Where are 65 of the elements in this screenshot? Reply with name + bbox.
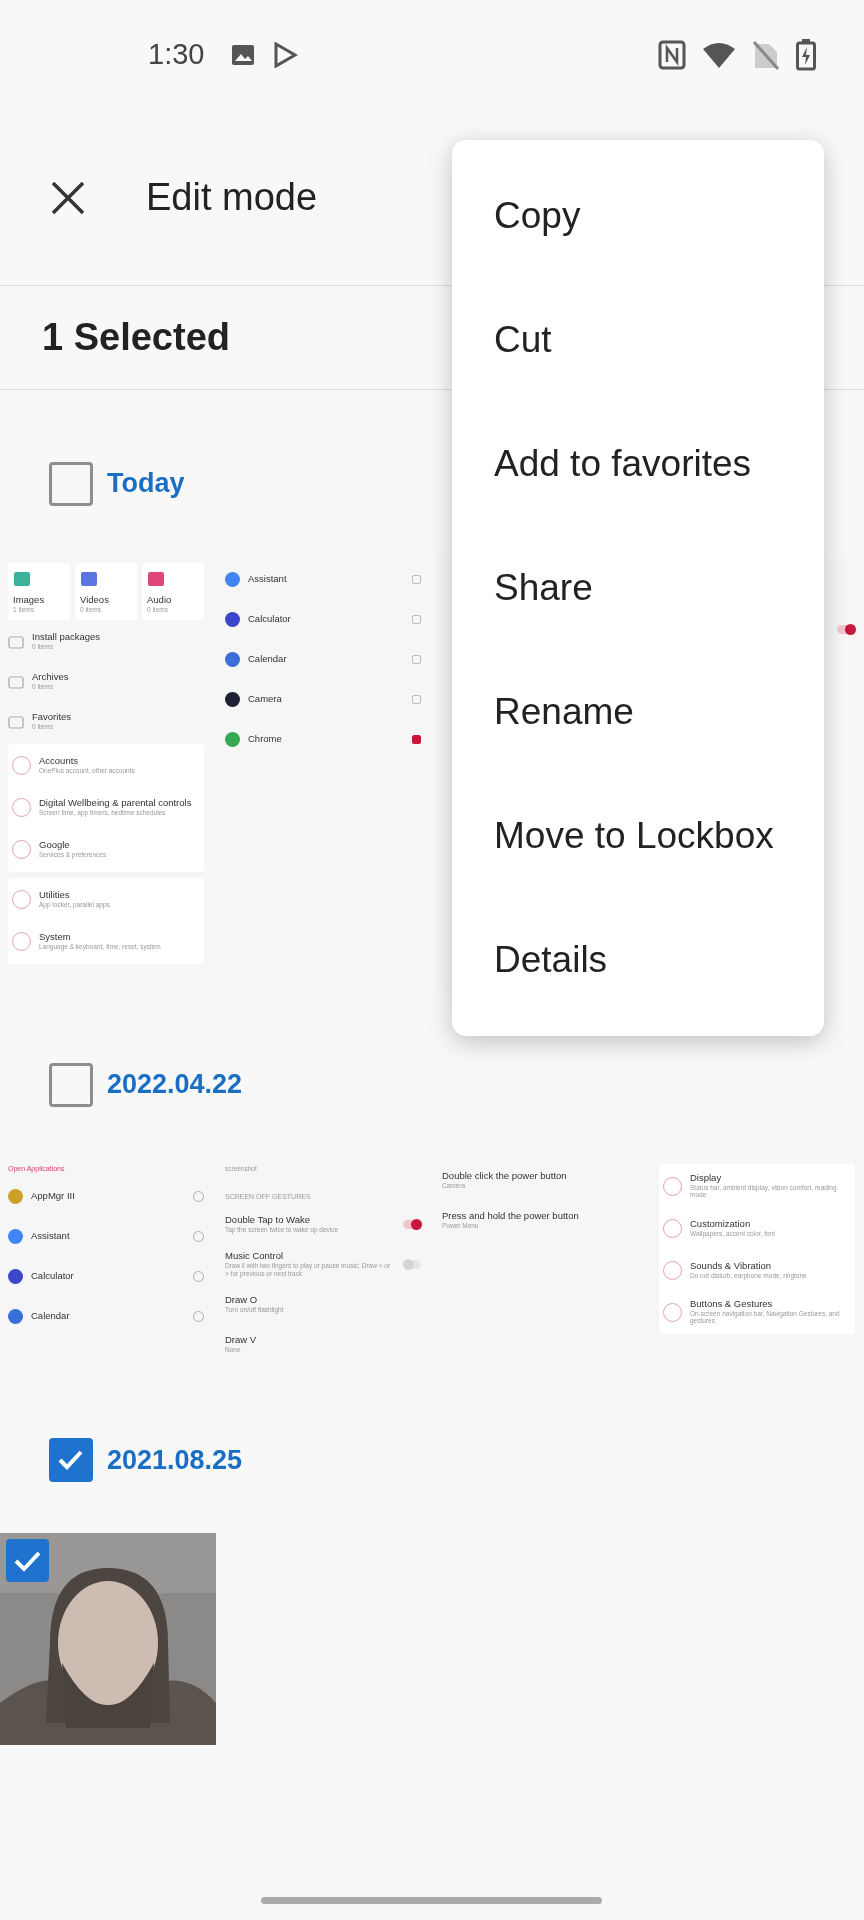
checkbox[interactable] [412,614,421,624]
folder-icon [8,674,24,689]
item-title: Calendar [248,653,287,665]
nfc-icon [658,40,686,70]
checkbox[interactable] [412,734,421,744]
item-title: Double click the power button [442,1170,567,1182]
date-label: 2021.08.25 [107,1443,243,1477]
select-checkbox[interactable] [49,461,93,506]
item-title: Press and hold the power button [442,1210,579,1222]
checkbox[interactable] [412,694,421,704]
item-title: Assistant [31,1231,70,1242]
date-label: 2022.04.22 [107,1068,243,1102]
toggle-switch[interactable] [403,1219,421,1229]
image-icon [230,42,257,68]
tile-title: Images [13,595,46,606]
item-title: Music Control [225,1251,285,1262]
menu-item[interactable]: Cut [452,278,824,402]
item-title: Buttons & Gestures [690,1298,774,1310]
item-title: Chrome [248,733,282,745]
menu-item[interactable]: Details [452,898,824,1022]
screen-title: Edit mode [146,175,318,220]
item-title: Install packages [32,632,101,644]
item-title: Digital Wellbeing & parental controls [39,798,192,810]
toggle-switch[interactable] [403,1259,421,1269]
check-icon[interactable] [6,1539,49,1583]
item-title: Archives [32,672,69,684]
select-checkbox[interactable] [49,1437,93,1482]
folder-icon [8,634,24,649]
tile-title: Videos [80,595,110,606]
menu-item[interactable]: Rename [452,650,824,774]
item-title: Draw V [225,1334,257,1346]
item-title: Calculator [31,1271,74,1282]
item-title: Assistant [248,573,287,585]
menu-item[interactable]: Copy [452,154,824,278]
status-time: 1:30 [148,37,205,73]
wifi-icon [702,41,736,69]
tile-title: Audio [147,595,173,606]
menu-item[interactable]: Move to Lockbox [452,774,824,898]
battery-icon [796,39,816,71]
item-title: Favorites [32,712,72,724]
selection-count: 1 Selected [42,315,230,360]
item-title: Customization [690,1218,752,1230]
item-title: System [39,932,72,944]
item-title: Double Tap to Wake [225,1214,312,1226]
menu-item[interactable]: Add to favorites [452,402,824,526]
toggle-switch[interactable] [837,625,855,634]
checkbox[interactable] [412,654,421,664]
item-title: Utilities [39,890,71,902]
date-label: Today [107,467,185,501]
checkbox[interactable] [412,574,421,584]
menu-item[interactable]: Share [452,526,824,650]
item-title: AppMgr III [31,1191,75,1202]
no-sim-icon [752,40,780,70]
item-title: Accounts [39,756,80,768]
select-checkbox[interactable] [49,1062,93,1107]
item-title: Draw O [225,1294,259,1306]
item-title: Calculator [248,613,291,625]
home-indicator[interactable] [261,1897,602,1904]
item-title: Calendar [31,1311,70,1322]
play-icon [272,42,299,68]
item-title: Sounds & Vibration [690,1260,773,1272]
item-title: Camera [248,693,282,705]
item-title: Display [690,1172,723,1184]
item-title: Google [39,840,71,852]
folder-icon [8,714,24,729]
